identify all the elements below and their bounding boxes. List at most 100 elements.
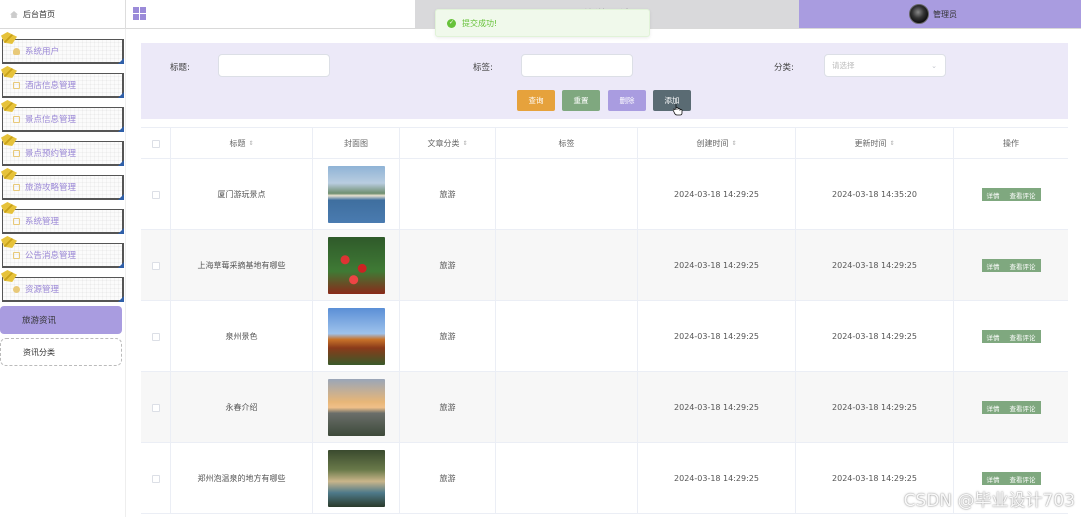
avatar[interactable] bbox=[909, 4, 929, 24]
clip-icon bbox=[1, 202, 17, 214]
bulb-icon bbox=[13, 285, 20, 293]
cell-created: 2024-03-18 14:29:25 bbox=[638, 372, 796, 443]
detail-button[interactable]: 详情 bbox=[981, 401, 1005, 414]
table-row[interactable]: 泉州景色 旅游 2024-03-18 14:29:25 2024-03-18 14:2… bbox=[141, 301, 1068, 372]
sort-icon: ⇕ bbox=[248, 139, 254, 147]
column-header-label: 创建时间 bbox=[696, 139, 729, 148]
row-select-cell bbox=[141, 230, 171, 301]
cell-title: 上海草莓采摘基地有哪些 bbox=[171, 230, 313, 301]
sidebar-item-hotel[interactable]: 酒店信息管理 bbox=[1, 66, 124, 98]
corner-mark bbox=[118, 296, 124, 302]
corner-mark bbox=[118, 58, 124, 64]
user-menu[interactable]: 管理员 bbox=[799, 0, 1081, 28]
clip-icon bbox=[1, 32, 17, 44]
cover-image[interactable] bbox=[327, 166, 385, 223]
corner-mark bbox=[118, 194, 124, 200]
folder-icon bbox=[13, 217, 20, 225]
detail-button[interactable]: 详情 bbox=[981, 259, 1005, 272]
menu-toggle-icon[interactable] bbox=[133, 7, 146, 20]
cell-category: 旅游 bbox=[400, 372, 496, 443]
clip-icon bbox=[1, 270, 17, 282]
hand-cursor-icon bbox=[673, 104, 683, 116]
cell-tags bbox=[496, 159, 638, 230]
sort-icon: ⇕ bbox=[462, 139, 468, 147]
column-header-cover: 封面图 bbox=[313, 128, 400, 159]
cell-title: 郑州泡温泉的地方有哪些 bbox=[171, 443, 313, 514]
tag-input[interactable] bbox=[521, 54, 633, 77]
select-all-checkbox[interactable] bbox=[151, 139, 160, 148]
category-label: 分类: bbox=[774, 63, 794, 73]
row-actions: 详情 查看评论 bbox=[981, 330, 1041, 343]
row-checkbox[interactable] bbox=[151, 474, 160, 483]
folder-icon bbox=[13, 251, 20, 259]
toast-message: 提交成功! bbox=[462, 18, 498, 28]
row-checkbox[interactable] bbox=[151, 261, 160, 270]
view-comments-button[interactable]: 查看评论 bbox=[1004, 188, 1041, 201]
cover-image[interactable] bbox=[327, 308, 385, 365]
sidebar: 系统用户 酒店信息管理 景点信息管理 景点预约管理 旅游攻略管理 系统管理 公告… bbox=[0, 29, 126, 517]
reset-button[interactable]: 重置 bbox=[562, 90, 600, 111]
folder-icon bbox=[13, 115, 20, 123]
view-comments-button[interactable]: 查看评论 bbox=[1004, 330, 1041, 343]
cell-title: 永春介绍 bbox=[171, 372, 313, 443]
user-icon bbox=[13, 47, 20, 55]
row-checkbox[interactable] bbox=[151, 403, 160, 412]
row-checkbox[interactable] bbox=[151, 332, 160, 341]
column-header-created[interactable]: 创建时间 ⇕ bbox=[638, 128, 796, 159]
table-row[interactable]: 上海草莓采摘基地有哪些 旅游 2024-03-18 14:29:25 2024-03-… bbox=[141, 230, 1068, 301]
detail-button[interactable]: 详情 bbox=[981, 330, 1005, 343]
column-header-label: 文章分类 bbox=[427, 139, 460, 148]
home-icon bbox=[10, 11, 18, 18]
query-button[interactable]: 查询 bbox=[517, 90, 555, 111]
view-comments-button[interactable]: 查看评论 bbox=[1004, 472, 1041, 485]
cell-updated: 2024-03-18 14:29:25 bbox=[796, 301, 954, 372]
sidebar-item-guides[interactable]: 旅游攻略管理 bbox=[1, 168, 124, 200]
sidebar-item-label: 资源管理 bbox=[25, 285, 60, 295]
detail-button[interactable]: 详情 bbox=[981, 472, 1005, 485]
cover-image[interactable] bbox=[327, 379, 385, 436]
chevron-down-icon: ⌄ bbox=[931, 61, 937, 70]
column-header-label: 标签 bbox=[558, 139, 575, 148]
column-header-category[interactable]: 文章分类 ⇕ bbox=[400, 128, 496, 159]
column-header-title[interactable]: 标题 ⇕ bbox=[171, 128, 313, 159]
title-label: 标题: bbox=[170, 63, 190, 73]
corner-mark bbox=[118, 262, 124, 268]
sidebar-item-resources[interactable]: 资源管理 bbox=[1, 270, 124, 302]
cell-cover bbox=[313, 230, 400, 301]
sidebar-item-booking[interactable]: 景点预约管理 bbox=[1, 134, 124, 166]
title-input[interactable] bbox=[218, 54, 330, 77]
cell-title: 泉州景色 bbox=[171, 301, 313, 372]
sidebar-item-users[interactable]: 系统用户 bbox=[1, 32, 124, 64]
add-button[interactable]: 添加 bbox=[653, 90, 691, 111]
view-comments-button[interactable]: 查看评论 bbox=[1004, 259, 1041, 272]
row-checkbox[interactable] bbox=[151, 190, 160, 199]
view-comments-button[interactable]: 查看评论 bbox=[1004, 401, 1041, 414]
row-select-cell bbox=[141, 301, 171, 372]
column-header-updated[interactable]: 更新时间 ⇕ bbox=[796, 128, 954, 159]
corner-mark bbox=[118, 126, 124, 132]
column-header-label: 操作 bbox=[1003, 139, 1019, 148]
home-link[interactable]: 后台首页 bbox=[0, 0, 126, 29]
cover-image[interactable] bbox=[327, 450, 385, 507]
clip-icon bbox=[1, 236, 17, 248]
sidebar-subitem-news-category[interactable]: 资讯分类 bbox=[0, 338, 122, 366]
sidebar-item-label: 公告消息管理 bbox=[25, 251, 77, 261]
cell-actions: 详情 查看评论 bbox=[954, 301, 1068, 372]
sidebar-item-notices[interactable]: 公告消息管理 bbox=[1, 236, 124, 268]
folder-icon bbox=[13, 149, 20, 157]
column-header-actions: 操作 bbox=[954, 128, 1068, 159]
detail-button[interactable]: 详情 bbox=[981, 188, 1005, 201]
table-row[interactable]: 永春介绍 旅游 2024-03-18 14:29:25 2024-03-18 14:2… bbox=[141, 372, 1068, 443]
cover-image[interactable] bbox=[327, 237, 385, 294]
sort-icon: ⇕ bbox=[731, 139, 737, 147]
category-select[interactable]: 请选择 ⌄ bbox=[824, 54, 946, 77]
delete-button[interactable]: 删除 bbox=[608, 90, 646, 111]
sidebar-item-system[interactable]: 系统管理 bbox=[1, 202, 124, 234]
table-row[interactable]: 厦门游玩景点 旅游 2024-03-18 14:29:25 2024-03-18 14… bbox=[141, 159, 1068, 230]
sidebar-item-label: 酒店信息管理 bbox=[25, 81, 77, 91]
sidebar-item-label: 系统管理 bbox=[25, 217, 60, 227]
sidebar-subitem-travel-news[interactable]: 旅游资讯 bbox=[0, 306, 122, 334]
cell-updated: 2024-03-18 14:35:20 bbox=[796, 159, 954, 230]
sidebar-item-scenic[interactable]: 景点信息管理 bbox=[1, 100, 124, 132]
corner-mark bbox=[118, 92, 124, 98]
